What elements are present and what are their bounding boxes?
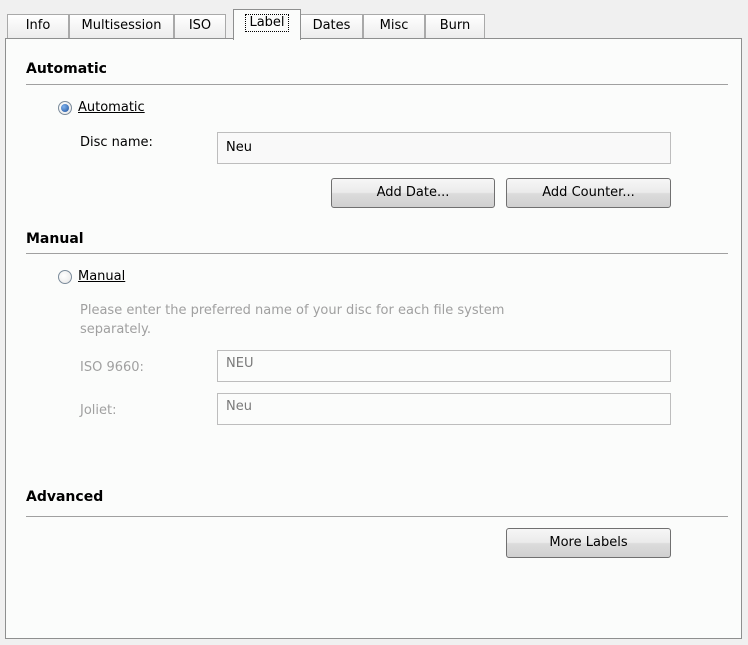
tab-label[interactable]: Label [233,9,301,40]
tab-burn[interactable]: Burn [425,14,485,38]
tab-misc-label: Misc [379,18,409,33]
tab-multisession-label: Multisession [81,18,162,33]
tab-dates[interactable]: Dates [300,14,363,38]
radio-selected-icon[interactable] [58,100,72,115]
radio-unselected-icon[interactable] [58,269,72,284]
add-date-button[interactable]: Add Date... [331,178,495,208]
automatic-radio[interactable]: Automatic [58,100,145,115]
automatic-radio-label: Automatic [78,100,145,115]
tab-strip: Info Multisession ISO Label Dates Misc B… [0,0,748,40]
joliet-label: Joliet: [80,403,117,418]
manual-hint-line2: separately. [80,322,151,337]
tab-info-label: Info [25,18,51,33]
joliet-field[interactable]: Neu [217,393,671,425]
manual-hint-line1: Please enter the preferred name of your … [80,303,505,318]
tab-dates-label: Dates [312,18,351,33]
tab-misc[interactable]: Misc [363,14,425,38]
tab-label-label: Label [245,14,289,32]
automatic-divider [26,84,728,85]
label-panel: Automatic Automatic Disc name: Neu Add D… [5,38,742,639]
iso-9660-label: ISO 9660: [80,360,144,375]
disc-name-field[interactable]: Neu [217,132,671,164]
more-labels-button[interactable]: More Labels [506,528,671,558]
manual-divider [26,253,728,254]
manual-section-title: Manual [26,231,84,247]
radio-dot-icon [61,103,69,112]
tab-burn-label: Burn [439,18,471,33]
advanced-section-title: Advanced [26,489,104,505]
advanced-divider [26,516,728,517]
tab-iso[interactable]: ISO [174,14,226,38]
add-counter-button[interactable]: Add Counter... [506,178,671,208]
manual-radio-label: Manual [78,269,126,284]
iso-9660-field[interactable]: NEU [217,350,671,382]
tab-info[interactable]: Info [7,14,69,38]
automatic-section-title: Automatic [26,61,107,77]
disc-name-label: Disc name: [80,135,153,150]
tab-iso-label: ISO [188,18,212,33]
tab-multisession[interactable]: Multisession [69,14,174,38]
manual-radio[interactable]: Manual [58,269,125,284]
